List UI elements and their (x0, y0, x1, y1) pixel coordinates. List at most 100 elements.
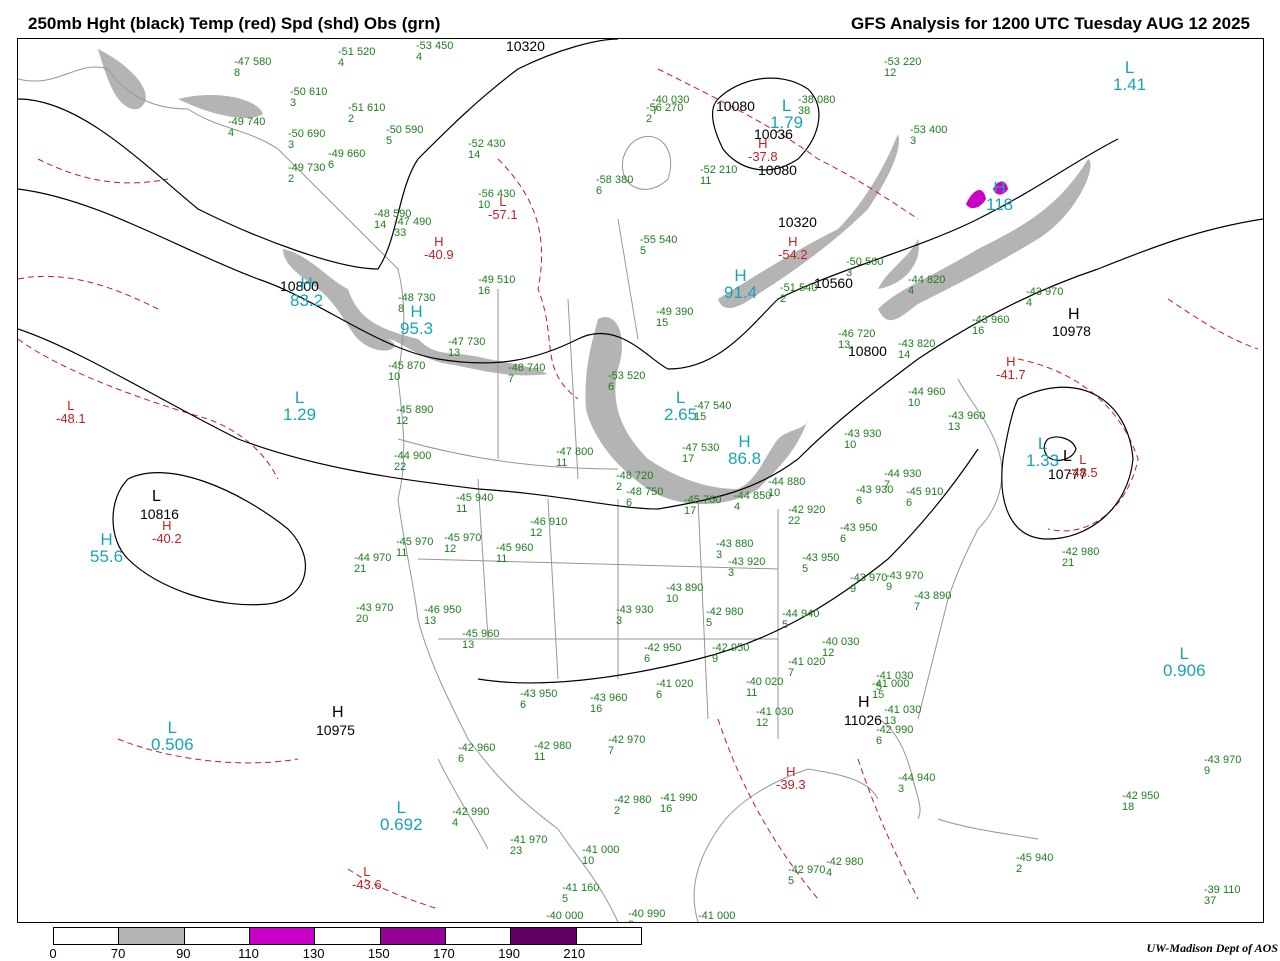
station-obs: -43 930 3 (616, 605, 653, 627)
station-obs-speed: 15 (694, 411, 707, 423)
colorbar-tick: 150 (367, 946, 390, 961)
station-obs: -43 950 6 (520, 689, 557, 711)
station-obs-speed: 4 (338, 57, 345, 69)
station-obs: -43 890 7 (914, 591, 951, 613)
high-center-marker: H (332, 704, 344, 721)
station-obs: -42 980 2 (614, 795, 651, 817)
station-obs: -40 9903 (628, 909, 665, 923)
station-obs: -42 980 11 (534, 741, 571, 763)
station-obs-speed: 16 (698, 922, 710, 923)
station-obs: -40 030 7 (652, 95, 689, 117)
station-obs-speed: 6 (328, 159, 335, 171)
station-obs-speed: 10 (768, 487, 781, 499)
station-obs: -45 870 10 (388, 361, 425, 383)
station-obs-speed: 2 (348, 113, 355, 125)
colorbar-tick: 0 (49, 946, 57, 961)
station-obs-speed: 21 (354, 563, 367, 575)
station-obs-speed: 8 (398, 303, 405, 315)
station-obs: -50 690 3 (288, 129, 325, 151)
station-obs: -44 940 5 (782, 609, 819, 631)
station-obs-speed: 6 (458, 753, 465, 765)
station-obs: -43 960 16 (590, 693, 627, 715)
station-obs: -45 970 11 (396, 537, 433, 559)
station-obs-speed: 10 (546, 922, 558, 923)
station-obs-speed: 12 (530, 527, 543, 539)
station-obs-speed: 6 (840, 533, 847, 545)
speed-center: L 0.906 (1163, 644, 1206, 680)
station-obs-speed: 3 (616, 615, 623, 627)
station-obs: -50 610 3 (290, 87, 327, 109)
station-obs-speed: 17 (684, 505, 697, 517)
station-obs-speed: 11 (456, 503, 468, 515)
station-obs-speed: 20 (356, 613, 369, 625)
station-obs-speed: 7 (652, 105, 659, 117)
colorbar-segment (380, 928, 446, 944)
colorbar-segment (119, 928, 185, 944)
station-obs: -49 660 6 (328, 149, 365, 171)
height-label: 10080 (716, 98, 755, 114)
station-obs-speed: 10 (388, 371, 401, 383)
station-obs: -47 730 13 (448, 337, 485, 359)
station-obs-speed: 7 (788, 667, 795, 679)
station-obs-speed: 11 (556, 457, 568, 469)
station-obs: -51 540 2 (780, 283, 817, 305)
station-obs: -41 020 7 (788, 657, 825, 679)
station-obs-speed: 9 (850, 583, 857, 595)
station-obs: -41 020 6 (656, 679, 693, 701)
station-obs-speed: 3 (846, 267, 853, 279)
colorbar-tick: 190 (498, 946, 520, 961)
station-obs-speed: 13 (838, 339, 851, 351)
station-obs: -47 540 15 (694, 401, 731, 423)
station-obs-speed: 16 (972, 325, 985, 337)
temp-contour-3 (37, 158, 169, 184)
station-obs: -52 430 14 (468, 139, 505, 161)
height-label: 10975 (316, 722, 355, 738)
colorbar-tick: 130 (302, 946, 325, 961)
station-obs-speed: 4 (908, 285, 915, 297)
station-obs: -48 750 6 (626, 487, 663, 509)
station-obs: -47 800 11 (556, 447, 593, 469)
station-obs: -44 880 10 (768, 477, 805, 499)
station-obs: -42 980 4 (826, 857, 863, 879)
speed-center: H 118 (986, 178, 1014, 214)
height-label: 10978 (1052, 323, 1091, 339)
station-obs: -44 970 21 (354, 553, 391, 575)
station-obs-speed: 3 (288, 139, 295, 151)
station-obs-speed: 22 (394, 461, 407, 473)
speed-center: H 86.8 (728, 432, 762, 468)
speed-colorbar (53, 927, 642, 945)
temp-contour-5 (657, 68, 919, 220)
station-obs-speed: 38 (798, 105, 811, 117)
station-obs: -43 950 6 (840, 523, 877, 545)
station-obs: -49 510 16 (478, 275, 515, 297)
station-obs-speed: 6 (608, 381, 615, 393)
station-obs: -42 980 21 (1062, 547, 1099, 569)
station-obs-speed: 16 (660, 803, 673, 815)
station-obs: -51 520 4 (338, 47, 375, 69)
station-obs: -42 970 5 (788, 865, 825, 887)
colorbar-tick: 90 (176, 946, 191, 961)
station-obs: -49 730 2 (288, 163, 325, 185)
station-obs: -45 960 11 (496, 543, 533, 565)
colorbar-tick: 110 (238, 946, 259, 961)
station-obs: -44 900 22 (394, 451, 431, 473)
station-obs: -43 970 20 (356, 603, 393, 625)
station-obs-speed: 11 (700, 175, 712, 187)
station-obs: -47 530 17 (682, 443, 719, 465)
station-obs: -44 940 3 (898, 773, 935, 795)
station-obs-speed: 5 (788, 875, 795, 887)
height-contours (18, 39, 1263, 684)
station-obs: -58 380 6 (596, 175, 633, 197)
station-obs: -43 920 3 (728, 557, 765, 579)
station-obs: -43 960 16 (972, 315, 1009, 337)
station-obs-speed: 2 (1016, 863, 1023, 875)
temp-center: L -48.5 (1068, 452, 1098, 480)
station-obs: -56 430 10 (478, 189, 515, 211)
station-obs-speed: 6 (856, 495, 863, 507)
station-obs: -46 910 12 (530, 517, 567, 539)
station-obs-speed: 7 (508, 373, 515, 385)
station-obs-speed: 5 (640, 245, 647, 257)
station-obs-speed: 3 (628, 920, 665, 923)
station-obs: -46 720 13 (838, 329, 875, 351)
station-obs: -43 930 6 (856, 485, 893, 507)
